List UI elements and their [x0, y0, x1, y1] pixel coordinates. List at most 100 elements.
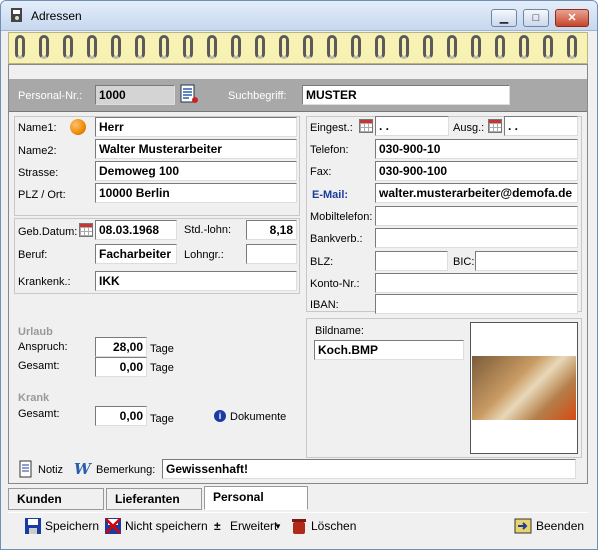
- ring-icon: [375, 35, 385, 59]
- geb-label: Geb.Datum:: [18, 226, 78, 238]
- ring-icon: [87, 35, 97, 59]
- dokumente-link[interactable]: Dokumente: [230, 411, 286, 423]
- name2-field[interactable]: Walter Musterarbeiter: [95, 139, 297, 159]
- calendar-icon[interactable]: [79, 223, 93, 237]
- urlaub-gesamt-label: Gesamt:: [18, 360, 60, 372]
- ring-icon: [327, 35, 337, 59]
- ring-icon: [519, 35, 529, 59]
- krank-gesamt-field[interactable]: 0,00: [95, 406, 147, 426]
- title-bar: Adressen ▁ □ ✕: [1, 1, 597, 31]
- ring-icon: [471, 35, 481, 59]
- chef-photo: [472, 356, 576, 420]
- email-label[interactable]: E-Mail:: [312, 189, 348, 201]
- erweitert-button[interactable]: Erweitert: [230, 519, 277, 533]
- tab-strip: Kunden Lieferanten Personal: [8, 486, 588, 510]
- eingest-label: Eingest.:: [310, 122, 353, 134]
- iban-field[interactable]: [375, 294, 578, 314]
- krankenk-label: Krankenk.:: [18, 276, 71, 288]
- ausg-field[interactable]: . .: [504, 116, 578, 136]
- personal-nr-field[interactable]: 1000: [95, 85, 175, 105]
- toolbar: Speichern Nicht speichern ± Erweitert ▼ …: [8, 512, 588, 542]
- beenden-button[interactable]: Beenden: [536, 519, 584, 533]
- info-icon[interactable]: i: [214, 410, 226, 422]
- save-button[interactable]: Speichern: [45, 519, 99, 533]
- ring-icon: [39, 35, 49, 59]
- konto-field[interactable]: [375, 273, 578, 293]
- anspruch-field[interactable]: 28,00: [95, 337, 147, 357]
- ring-icon: [543, 35, 553, 59]
- ausg-label: Ausg.:: [453, 122, 485, 134]
- mobil-field[interactable]: [375, 206, 578, 226]
- calendar-icon[interactable]: [488, 119, 502, 133]
- telefon-label: Telefon:: [310, 144, 349, 156]
- strasse-label: Strasse:: [18, 167, 59, 179]
- name1-label: Name1:: [18, 122, 57, 134]
- geb-field[interactable]: 08.03.1968: [95, 220, 177, 240]
- strasse-field[interactable]: Demoweg 100: [95, 161, 297, 181]
- iban-label: IBAN:: [310, 299, 339, 311]
- urlaub-gesamt-unit: Tage: [150, 362, 174, 374]
- bank-label: Bankverb.:: [310, 233, 363, 245]
- krank-title: Krank: [18, 392, 50, 404]
- blz-label: BLZ:: [310, 256, 334, 268]
- ring-icon: [399, 35, 409, 59]
- beruf-field[interactable]: Facharbeiter: [95, 244, 177, 264]
- ring-icon: [567, 35, 577, 59]
- bildname-field[interactable]: Koch.BMP: [314, 340, 464, 360]
- mobil-label: Mobiltelefon:: [310, 211, 373, 223]
- bank-field[interactable]: [375, 228, 578, 248]
- urlaub-gesamt-field[interactable]: 0,00: [95, 357, 147, 377]
- no-save-icon[interactable]: [104, 517, 122, 535]
- fax-field[interactable]: 030-900-100: [375, 161, 578, 181]
- krank-gesamt-label: Gesamt:: [18, 408, 60, 420]
- minimize-button[interactable]: ▁: [491, 9, 517, 27]
- calendar-icon[interactable]: [359, 119, 373, 133]
- chevron-down-icon[interactable]: ▼: [274, 522, 282, 531]
- ring-icon: [495, 35, 505, 59]
- ring-icon: [231, 35, 241, 59]
- status-dot-icon[interactable]: [70, 119, 86, 135]
- word-icon[interactable]: W: [74, 460, 91, 478]
- bemerkung-field[interactable]: Gewissenhaft!: [162, 459, 576, 479]
- blz-field[interactable]: [375, 251, 448, 271]
- krankenk-field[interactable]: IKK: [95, 271, 297, 291]
- krank-gesamt-unit: Tage: [150, 413, 174, 425]
- lohngr-field[interactable]: [246, 244, 297, 264]
- close-button[interactable]: ✕: [555, 9, 589, 27]
- email-field[interactable]: walter.musterarbeiter@demofa.de: [375, 183, 578, 203]
- anspruch-unit: Tage: [150, 343, 174, 355]
- trash-icon[interactable]: [290, 517, 308, 535]
- maximize-button[interactable]: □: [523, 9, 549, 27]
- std-lohn-field[interactable]: 8,18: [246, 220, 297, 240]
- ring-icon: [447, 35, 457, 59]
- ring-icon: [207, 35, 217, 59]
- eingest-field[interactable]: . .: [375, 116, 449, 136]
- std-lohn-label: Std.-lohn:: [184, 224, 232, 236]
- list-icon[interactable]: [179, 84, 199, 104]
- name1-field[interactable]: Herr: [95, 117, 297, 137]
- note-icon[interactable]: [18, 460, 34, 478]
- plz-ort-field[interactable]: 10000 Berlin: [95, 183, 297, 203]
- tab-personal[interactable]: Personal: [204, 486, 308, 510]
- telefon-field[interactable]: 030-900-10: [375, 139, 578, 159]
- exit-icon[interactable]: [514, 517, 532, 535]
- loeschen-button[interactable]: Löschen: [311, 519, 356, 533]
- notiz-link[interactable]: Notiz: [38, 464, 63, 476]
- bic-field[interactable]: [475, 251, 578, 271]
- window-title: Adressen: [31, 9, 82, 23]
- suchbegriff-field[interactable]: MUSTER: [302, 85, 510, 105]
- ring-icon: [351, 35, 361, 59]
- plz-label: PLZ / Ort:: [18, 189, 66, 201]
- lohngr-label: Lohngr.:: [184, 249, 224, 261]
- urlaub-title: Urlaub: [18, 326, 53, 338]
- ring-icon: [135, 35, 145, 59]
- nicht-speichern-button[interactable]: Nicht speichern: [125, 519, 208, 533]
- plus-icon[interactable]: ±: [214, 519, 221, 533]
- ring-icon: [63, 35, 73, 59]
- ring-icon: [183, 35, 193, 59]
- tab-kunden[interactable]: Kunden: [8, 488, 104, 510]
- tab-lieferanten[interactable]: Lieferanten: [106, 488, 202, 510]
- ring-icon: [279, 35, 289, 59]
- ring-icon: [159, 35, 169, 59]
- save-icon[interactable]: [24, 517, 42, 535]
